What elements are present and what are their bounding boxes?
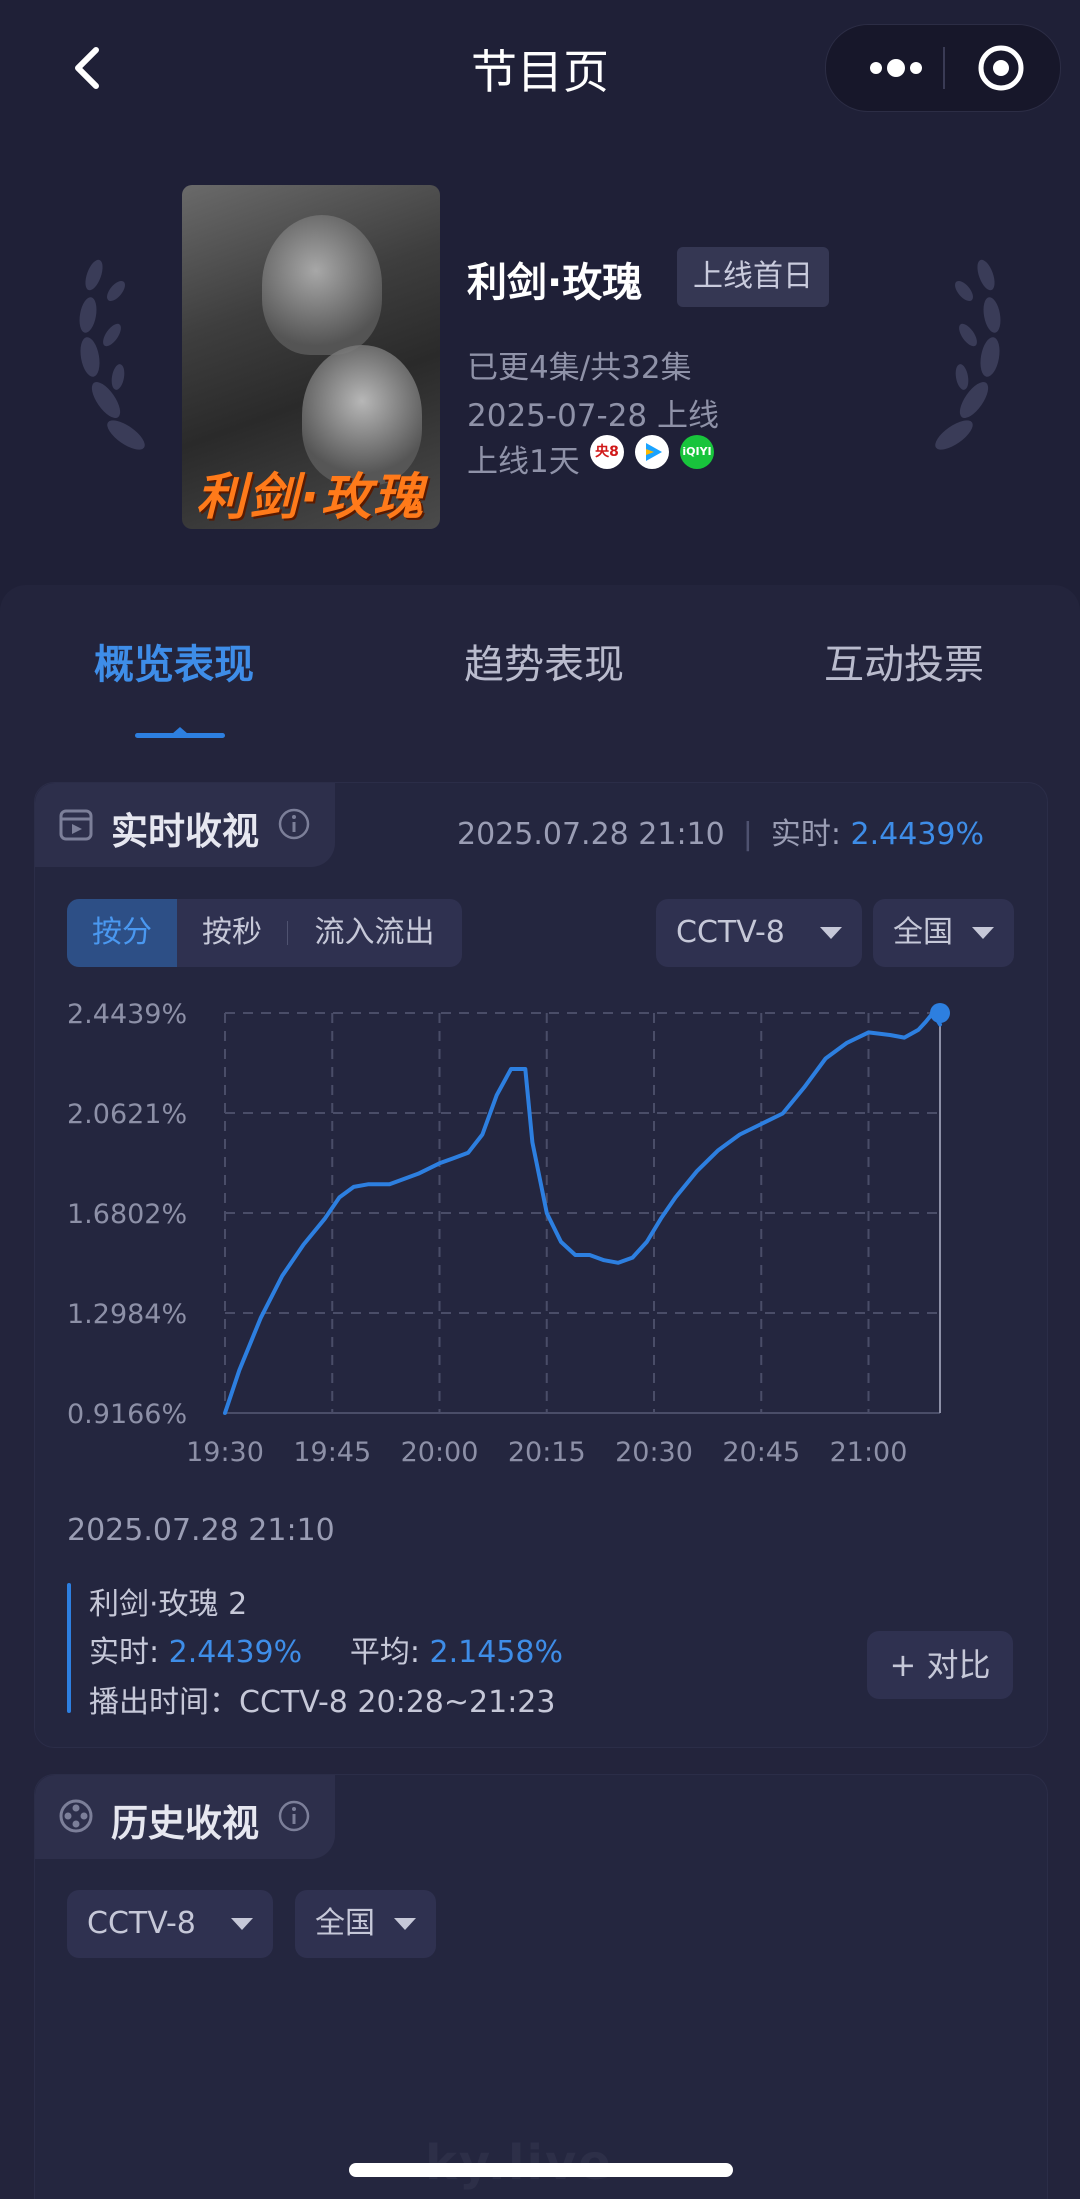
realtime-ratings-card: 实时收视 2025.07.28 21:10 | 实时: 2.4439% 按分 按秒 … (34, 782, 1048, 1748)
granularity-segmented-control: 按分 按秒 流入流出 (67, 899, 462, 967)
history-channel-select[interactable]: CCTV-8 (67, 1890, 273, 1958)
tab-trend[interactable]: 趋势表现 (464, 632, 624, 690)
meta-divider: | (742, 817, 753, 852)
caret-down-icon (394, 1918, 416, 1930)
tooltip-avg-label: 平均: (349, 1635, 420, 1670)
channel-select-value: CCTV-8 (676, 915, 785, 950)
episode-count: 已更4集/共32集 (467, 350, 692, 386)
channel-select[interactable]: CCTV-8 (656, 899, 862, 967)
realtime-value: 2.4439% (850, 817, 985, 852)
iqiyi-icon: iQIYI (680, 435, 714, 469)
nav-header: 节目页 (0, 0, 1080, 140)
section-header: 实时收视 (35, 783, 335, 867)
realtime-label: 实时: (770, 817, 841, 852)
tab-vote[interactable]: 互动投票 (824, 632, 984, 690)
tooltip-values: 实时: 2.4439% 平均: 2.1458% (89, 1627, 563, 1671)
x-tick-label: 20:00 (401, 1437, 479, 1468)
x-tick-label: 21:00 (830, 1437, 908, 1468)
show-title: 利剑·玫瑰 (467, 260, 643, 306)
section-title: 实时收视 (111, 810, 259, 853)
tab-overview[interactable]: 概览表现 (94, 632, 254, 690)
target-icon[interactable] (976, 43, 1026, 93)
segment-inflow-outflow[interactable]: 流入流出 (287, 899, 462, 967)
tooltip-time: 2025.07.28 21:10 (67, 1513, 335, 1548)
realtime-datetime: 2025.07.28 21:10 (457, 817, 725, 852)
laurel-right-icon (935, 259, 1001, 450)
region-select[interactable]: 全国 (873, 899, 1014, 967)
poster-figure (262, 215, 382, 355)
x-tick-label: 19:45 (293, 1437, 371, 1468)
section-header: 历史收视 (35, 1775, 335, 1859)
caret-down-icon (972, 927, 994, 939)
tooltip-program-name: 利剑·玫瑰 2 (89, 1587, 248, 1622)
y-tick-label: 0.9166% (67, 1399, 187, 1430)
cctv8-icon: 央8 (590, 435, 624, 469)
segment-by-minute[interactable]: 按分 (67, 899, 177, 967)
home-indicator (349, 2163, 733, 2177)
tencent-video-icon (635, 435, 669, 469)
tooltip-air-time: 播出时间：CCTV-8 20:28~21:23 (89, 1685, 556, 1720)
tooltip-realtime-label: 实时: (89, 1635, 160, 1670)
y-tick-label: 2.4439% (67, 999, 187, 1030)
poster-title-text: 利剑·玫瑰 (196, 468, 425, 526)
x-tick-label: 20:15 (508, 1437, 586, 1468)
highlight-point (930, 1003, 950, 1023)
y-tick-label: 2.0621% (67, 1099, 187, 1130)
caret-down-icon (231, 1918, 253, 1930)
capsule-divider (943, 47, 945, 89)
status-badge: 上线首日 (677, 247, 829, 307)
x-tick-label: 20:45 (722, 1437, 800, 1468)
segment-by-second[interactable]: 按秒 (177, 899, 287, 967)
tab-indicator-tip (172, 727, 188, 734)
history-channel-value: CCTV-8 (87, 1906, 196, 1941)
compare-button[interactable]: + 对比 (867, 1631, 1013, 1699)
x-tick-label: 19:30 (186, 1437, 264, 1468)
y-tick-label: 1.6802% (67, 1199, 187, 1230)
tooltip-realtime-value: 2.4439% (168, 1635, 303, 1670)
info-icon[interactable] (277, 807, 311, 841)
caret-down-icon (820, 927, 842, 939)
history-region-value: 全国 (315, 1906, 375, 1941)
tooltip-accent-bar (67, 1583, 71, 1713)
history-region-select[interactable]: 全国 (295, 1890, 436, 1958)
days-online: 上线1天 (467, 444, 580, 480)
more-dots-icon[interactable] (856, 43, 936, 93)
tooltip-avg-value: 2.1458% (429, 1635, 563, 1670)
y-tick-label: 1.2984% (67, 1299, 187, 1330)
release-date: 2025-07-28 上线 (467, 398, 720, 434)
info-icon[interactable] (277, 1799, 311, 1833)
x-tick-label: 20:30 (615, 1437, 693, 1468)
realtime-line-chart[interactable]: 0.9166% 1.2984% 1.6802% 2.0621% 2.4439% 19:30… (35, 983, 1047, 1483)
film-reel-icon (59, 1799, 93, 1833)
laurel-left-icon (79, 259, 145, 450)
show-poster[interactable]: 利剑·玫瑰 (182, 185, 440, 529)
realtime-meta: 2025.07.28 21:10 | 实时: 2.4439% (457, 809, 984, 853)
section-title: 历史收视 (111, 1802, 259, 1845)
tv-calendar-icon (59, 809, 93, 841)
program-page: 节目页 利剑·玫瑰 利剑·玫瑰 上线首日 已更4集/共32集 2025-07-2… (0, 0, 1080, 2199)
region-select-value: 全国 (893, 915, 953, 950)
miniapp-capsule (825, 24, 1061, 112)
